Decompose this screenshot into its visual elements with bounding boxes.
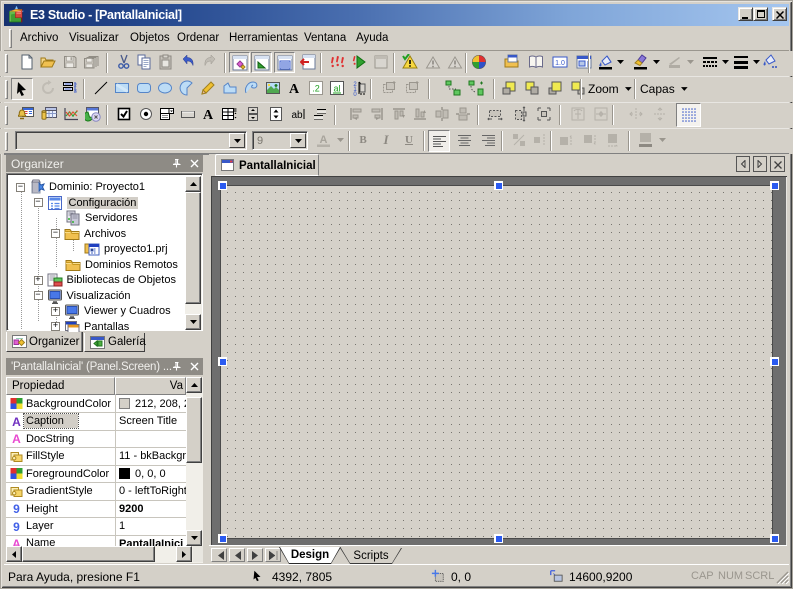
svg-text:A: A: [319, 134, 327, 146]
